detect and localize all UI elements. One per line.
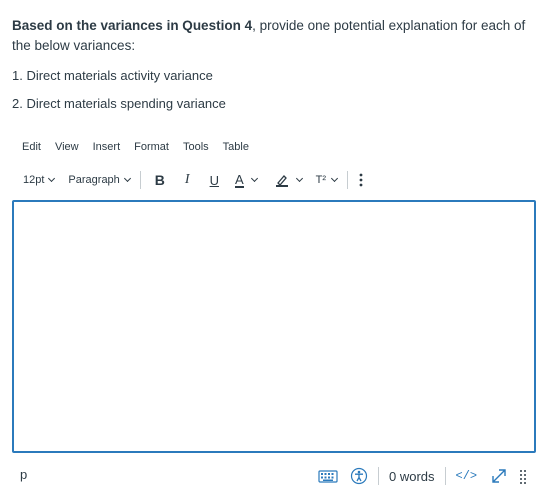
menu-edit[interactable]: Edit: [22, 141, 41, 153]
menu-tools[interactable]: Tools: [183, 141, 209, 153]
chevron-down-icon: [295, 174, 303, 183]
editor-menubar: Edit View Insert Format Tools Table: [22, 141, 263, 153]
editor-statusbar: p 0 words </>: [0, 462, 547, 490]
chevron-down-icon: [48, 174, 56, 183]
editor-toolbar: 12pt Paragraph B I U A T²: [14, 168, 534, 192]
more-options-button[interactable]: [358, 173, 364, 187]
underline-button[interactable]: U: [210, 173, 219, 188]
toolbar-divider: [347, 171, 349, 189]
vertical-ellipsis-icon: [359, 173, 363, 187]
question-bold-text: Based on the variances in Question 4: [12, 18, 253, 33]
rich-text-editor-area[interactable]: [12, 200, 536, 453]
italic-button[interactable]: I: [185, 172, 190, 188]
highlighter-icon: [275, 175, 288, 187]
resize-handle-icon[interactable]: [519, 468, 527, 484]
bold-icon: B: [154, 172, 165, 188]
statusbar-divider: [378, 467, 379, 485]
html-editor-button[interactable]: </>: [456, 469, 478, 483]
menu-view[interactable]: View: [55, 141, 79, 153]
block-format-select[interactable]: Paragraph: [68, 174, 131, 186]
statusbar-controls: 0 words </>: [318, 465, 527, 487]
block-format-value: Paragraph: [68, 174, 120, 186]
chevron-down-icon: [331, 174, 339, 183]
question-prompt: Based on the variances in Question 4, pr…: [12, 16, 532, 56]
superscript-button[interactable]: T²: [315, 174, 339, 186]
superscript-icon: T²: [315, 174, 327, 186]
menu-table[interactable]: Table: [223, 141, 249, 153]
statusbar-divider: [444, 467, 446, 485]
text-color-icon: A: [234, 171, 244, 188]
element-path[interactable]: p: [20, 467, 27, 482]
font-size-value: 12pt: [23, 174, 45, 186]
menu-format[interactable]: Format: [134, 141, 169, 153]
keyboard-icon[interactable]: [318, 468, 338, 484]
chevron-down-icon: [250, 174, 258, 183]
text-color-button[interactable]: A: [234, 171, 258, 188]
question-item-1: 1. Direct materials activity variance: [12, 68, 213, 83]
toolbar-divider: [139, 171, 141, 189]
font-size-select[interactable]: 12pt: [23, 174, 56, 186]
bold-button[interactable]: B: [155, 172, 165, 188]
word-count[interactable]: 0 words: [389, 469, 435, 484]
chevron-down-icon: [123, 174, 131, 183]
menu-insert[interactable]: Insert: [93, 141, 121, 153]
italic-icon: I: [184, 172, 190, 187]
fullscreen-icon[interactable]: [491, 468, 507, 484]
underline-icon: U: [209, 172, 219, 188]
accessibility-icon[interactable]: [350, 467, 368, 485]
question-item-2: 2. Direct materials spending variance: [12, 96, 226, 111]
highlight-color-button[interactable]: [275, 173, 303, 187]
